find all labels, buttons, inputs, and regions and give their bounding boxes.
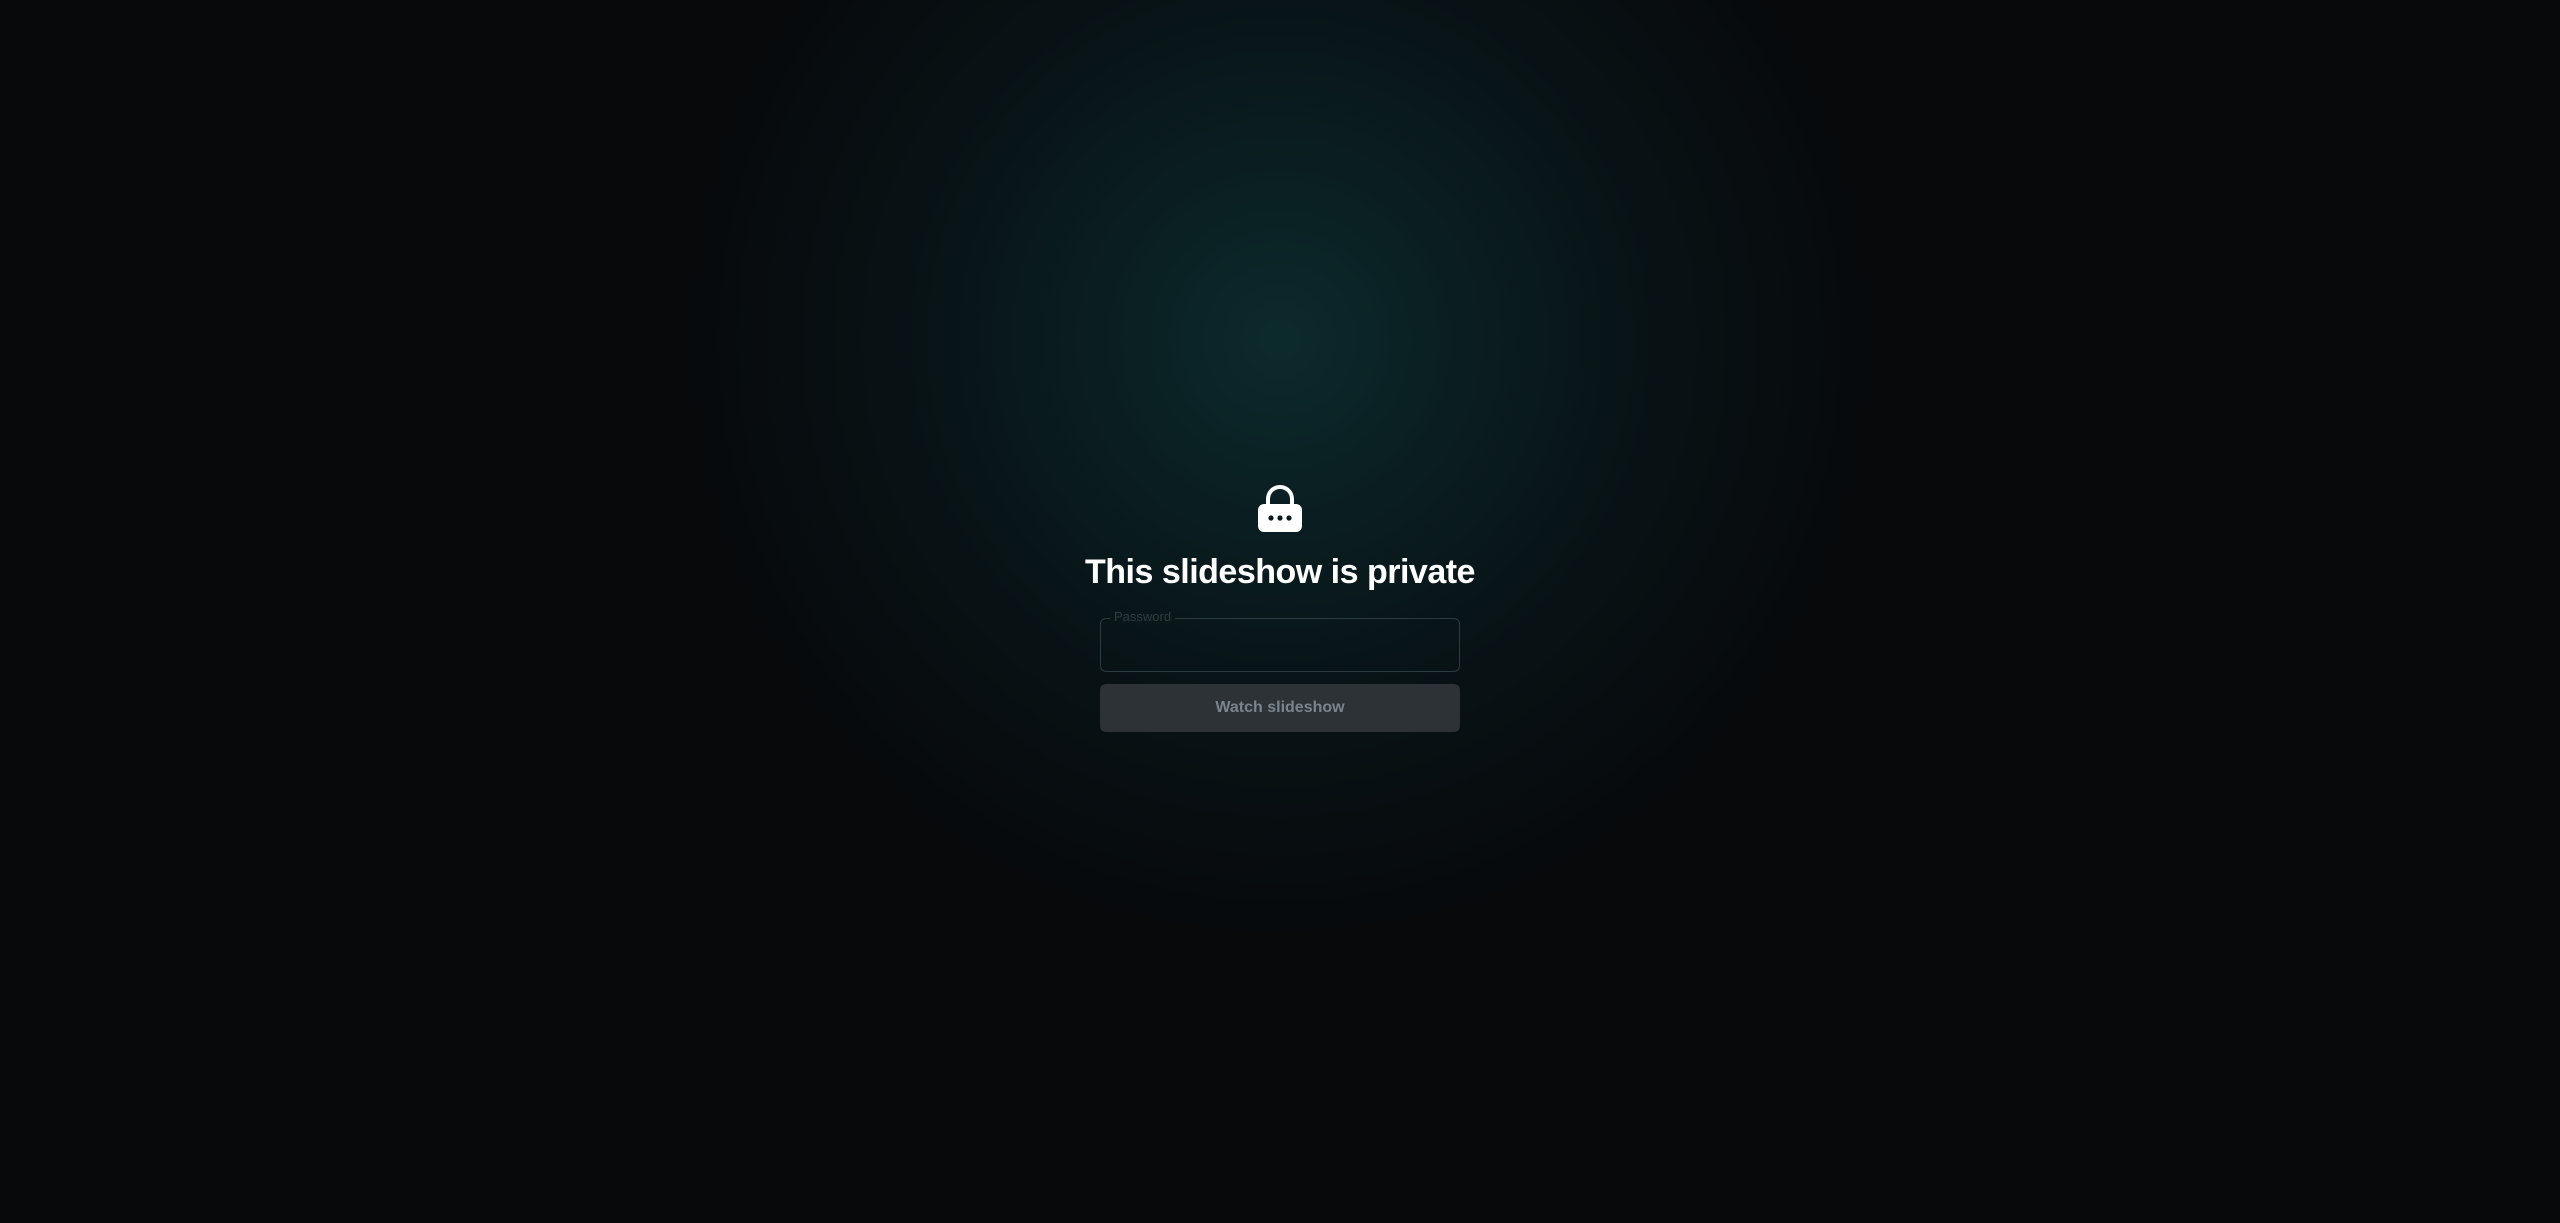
page-title: This slideshow is private [1085, 553, 1475, 591]
password-field-group: Password [1100, 610, 1460, 672]
watch-slideshow-button[interactable]: Watch slideshow [1100, 684, 1460, 732]
private-slideshow-card: This slideshow is private Password Watch… [1085, 484, 1475, 732]
password-input[interactable] [1100, 618, 1460, 672]
password-label: Password [1110, 610, 1176, 624]
lock-icon [1258, 485, 1302, 532]
